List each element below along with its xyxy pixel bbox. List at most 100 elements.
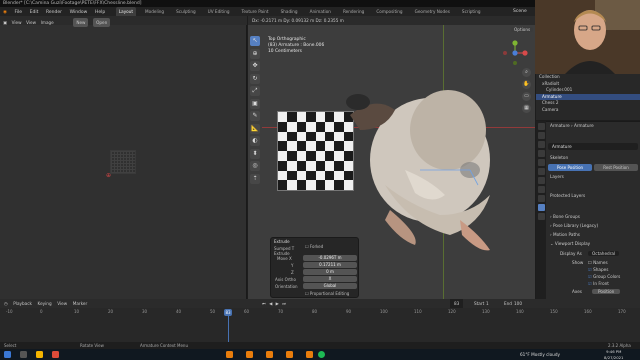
output-tab-icon[interactable] <box>537 141 545 148</box>
scale-tool-icon[interactable]: ⤢ <box>250 86 260 96</box>
bone-tab-icon[interactable] <box>537 213 545 220</box>
tab-scripting[interactable]: Scripting <box>459 7 484 16</box>
move-x-field[interactable]: -0.0296T m <box>303 255 357 261</box>
chrome-icon[interactable] <box>52 351 59 358</box>
zoom-icon[interactable]: ⌕ <box>522 68 531 77</box>
section-pose-library[interactable]: › Pose Library (Legacy) <box>550 223 598 228</box>
clock[interactable]: 9:46 PM 8/27/2021 <box>604 349 623 360</box>
timeline-ruler[interactable]: -10 0 10 20 30 40 50 60 70 80 90 100 110 120 130 140 150… <box>0 309 640 317</box>
armature-name-field[interactable]: Armature <box>548 143 638 150</box>
transform-tool-icon[interactable]: ▣ <box>250 98 260 109</box>
shapes-checkbox[interactable]: ☑ Shapes <box>588 267 608 272</box>
axes-position-field[interactable]: Position <box>592 289 621 294</box>
menu-view[interactable]: View <box>12 18 22 27</box>
new-image-button[interactable]: New <box>73 17 89 27</box>
modifier-tab-icon[interactable] <box>537 177 545 184</box>
annotate-tool-icon[interactable]: ✎ <box>250 111 260 121</box>
tool-tab-icon[interactable] <box>537 123 545 130</box>
orientation-dropdown[interactable]: Global <box>303 283 357 289</box>
chess-square <box>278 151 288 161</box>
pose-position-button[interactable]: Pose Position <box>548 164 592 171</box>
move-y-field[interactable]: 0.17211 m <box>303 262 357 268</box>
tab-uv-editing[interactable]: UV Editing <box>205 7 233 16</box>
constraint-tab-icon[interactable] <box>537 195 545 202</box>
armature-data-tab-icon[interactable] <box>537 204 545 211</box>
section-bone-groups[interactable]: › Bone Groups <box>550 214 580 219</box>
explorer-icon[interactable] <box>36 351 43 358</box>
playback-controls[interactable]: ⏮ ◀ ▶ ⏭ <box>262 299 287 308</box>
ruler-tick-label: 20 <box>108 309 114 314</box>
skeleton-header[interactable]: Skeleton <box>550 155 568 160</box>
forked-checkbox[interactable]: ☐ Forked <box>305 244 323 249</box>
tab-modeling[interactable]: Modeling <box>142 7 167 16</box>
search-icon[interactable] <box>20 351 27 358</box>
spotify-icon[interactable] <box>318 351 325 358</box>
end-frame-field[interactable]: 100 <box>514 299 522 308</box>
tab-layout[interactable]: Layout <box>115 7 137 16</box>
measure-tool-icon[interactable]: 📐 <box>250 123 260 134</box>
current-frame-field[interactable]: 83 <box>450 299 464 308</box>
extrude-tool-icon[interactable]: ⇡ <box>250 173 260 184</box>
cursor-tool-icon[interactable]: ⊕ <box>250 48 260 59</box>
chess-square <box>278 121 288 132</box>
playhead[interactable]: 83 <box>224 309 232 316</box>
outliner-row[interactable]: Camera <box>536 107 640 114</box>
move-z-field[interactable]: 0 m <box>303 269 357 275</box>
world-tab-icon[interactable] <box>537 159 545 166</box>
scene-selector[interactable]: Scene <box>513 7 527 16</box>
start-icon[interactable] <box>4 351 11 358</box>
physics-tab-icon[interactable] <box>537 186 545 193</box>
menu-playback[interactable]: Playback <box>13 299 32 308</box>
tab-animation[interactable]: Animation <box>307 7 334 16</box>
axis-ortho-field[interactable]: X <box>303 276 357 282</box>
menu-image[interactable]: Image <box>41 18 54 27</box>
start-frame-field[interactable]: 1 <box>486 299 489 308</box>
blender-icon[interactable] <box>226 351 233 358</box>
grid-ortho-icon[interactable]: ▦ <box>522 104 531 113</box>
object-tab-icon[interactable] <box>537 168 545 175</box>
tab-compositing[interactable]: Compositing <box>373 7 405 16</box>
move-tool-icon[interactable]: ✥ <box>250 61 260 71</box>
open-image-button[interactable]: Open <box>93 17 111 27</box>
op-panel-title[interactable]: Extrude <box>274 239 290 244</box>
menu-marker[interactable]: Marker <box>73 299 87 308</box>
editor-type-icon[interactable]: ◷ <box>4 299 8 308</box>
proportional-checkbox[interactable]: ☐ Proportional Editing <box>305 291 349 296</box>
start-label: Start <box>474 301 485 306</box>
tab-sculpting[interactable]: Sculpting <box>173 7 199 16</box>
navigation-gizmo[interactable] <box>500 38 530 68</box>
chess-square <box>306 160 316 171</box>
bone-size-tool-icon[interactable]: ⬍ <box>250 148 260 159</box>
tab-shading[interactable]: Shading <box>278 7 301 16</box>
render-tab-icon[interactable] <box>537 132 545 139</box>
ruler-tick-label: 100 <box>380 309 388 314</box>
scene-tab-icon[interactable] <box>537 150 545 157</box>
select-tool-icon[interactable]: ↖ <box>250 36 260 46</box>
blender-icon[interactable] <box>286 351 293 358</box>
tab-geometry-nodes[interactable]: Geometry Nodes <box>412 7 453 16</box>
roll-tool-icon[interactable]: ◐ <box>250 136 260 146</box>
section-motion-paths[interactable]: › Motion Paths <box>550 232 580 237</box>
options-dropdown[interactable]: Options <box>511 27 534 32</box>
rest-position-button[interactable]: Rest Position <box>594 164 638 171</box>
weather-widget[interactable]: 61°F Mostly cloudy <box>520 349 560 360</box>
pan-hand-icon[interactable]: ✋ <box>522 80 531 89</box>
bone-envelope-tool-icon[interactable]: ◎ <box>250 161 260 171</box>
blender-icon[interactable] <box>266 351 273 358</box>
display-as-dropdown[interactable]: Octahedral <box>588 251 620 256</box>
blender-icon[interactable] <box>306 351 313 358</box>
tab-texture-paint[interactable]: Texture Paint <box>239 7 272 16</box>
menu-view-2[interactable]: View <box>26 18 36 27</box>
menu-keying[interactable]: Keying <box>38 299 52 308</box>
blender-icon[interactable] <box>246 351 253 358</box>
group-colors-checkbox[interactable]: ☑ Group Colors <box>588 274 620 279</box>
editor-type-icon[interactable]: ▣ <box>3 18 7 27</box>
rotate-tool-icon[interactable]: ↻ <box>250 73 260 84</box>
menu-view[interactable]: View <box>57 299 67 308</box>
chess-square <box>296 170 307 181</box>
in-front-checkbox[interactable]: ☑ In Front <box>588 281 609 286</box>
tab-rendering[interactable]: Rendering <box>340 7 367 16</box>
section-viewport-display[interactable]: ⌄ Viewport Display <box>550 241 590 246</box>
camera-view-icon[interactable]: ▭ <box>522 92 531 101</box>
names-checkbox[interactable]: ☐ Names <box>588 260 608 265</box>
